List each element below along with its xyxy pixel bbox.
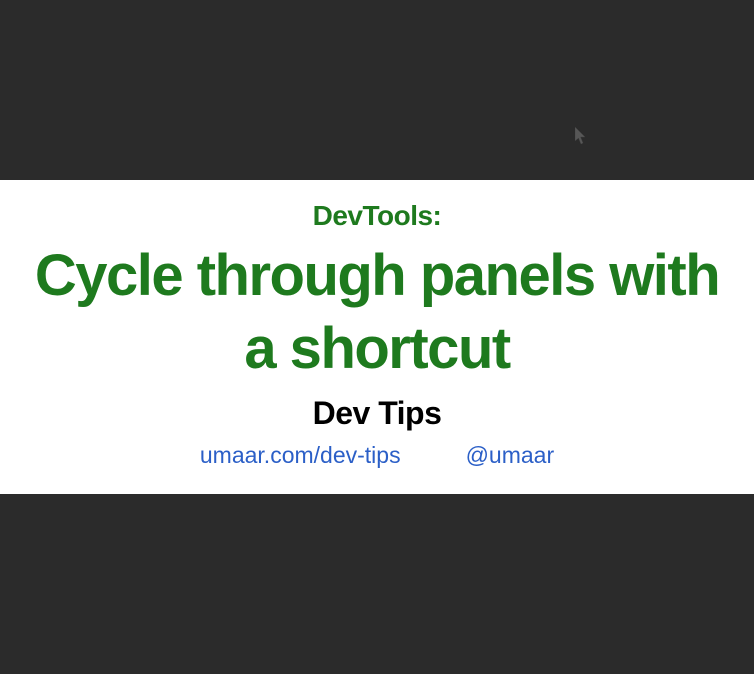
title-slide: DevTools: Cycle through panels with a sh… <box>0 180 754 494</box>
category-label: DevTools: <box>30 200 724 232</box>
cursor-icon <box>575 127 589 145</box>
twitter-link[interactable]: @umaar <box>466 442 555 469</box>
slide-title: Cycle through panels with a shortcut <box>30 240 724 385</box>
website-link[interactable]: umaar.com/dev-tips <box>200 442 401 469</box>
links-row: umaar.com/dev-tips @umaar <box>30 442 724 469</box>
series-label: Dev Tips <box>30 395 724 432</box>
